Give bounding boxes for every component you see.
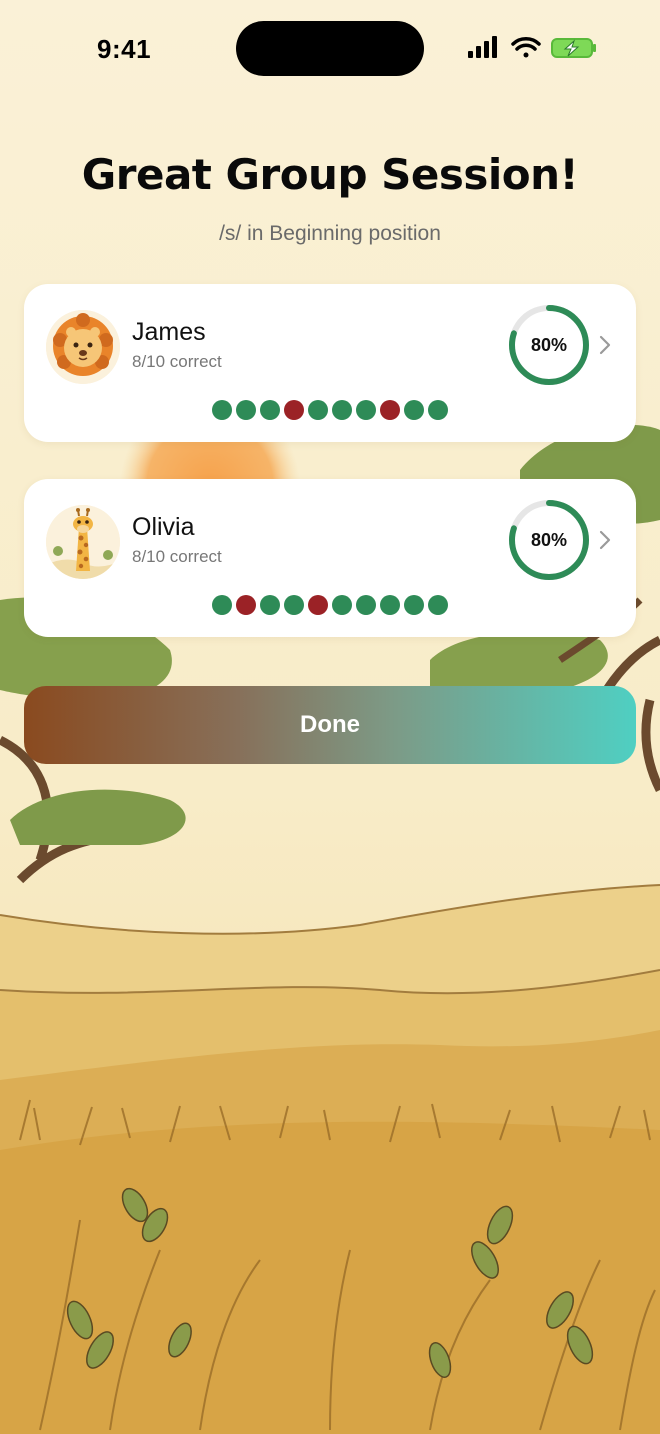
answer-dots (24, 595, 636, 615)
correct-answer-dot (260, 400, 280, 420)
giraffe-avatar-icon (46, 505, 120, 579)
progress-percent: 80% (530, 335, 568, 355)
correct-answer-dot (284, 595, 304, 615)
battery-charging-icon (551, 38, 596, 58)
correct-answer-dot (260, 595, 280, 615)
student-score: 8/10 correct (132, 352, 222, 371)
student-card-james[interactable]: James 8/10 correct 80% (24, 284, 636, 442)
status-bar: 9:41 (0, 0, 660, 100)
correct-answer-dot (236, 400, 256, 420)
correct-answer-dot (404, 595, 424, 615)
status-icons (466, 34, 601, 62)
correct-answer-dot (332, 400, 352, 420)
correct-answer-dot (404, 400, 424, 420)
status-time: 9:41 (97, 34, 152, 64)
cellular-signal-icon (468, 36, 497, 58)
correct-answer-dot (212, 400, 232, 420)
incorrect-answer-dot (284, 400, 304, 420)
student-name: Olivia (132, 513, 195, 541)
dynamic-island (236, 21, 424, 76)
answer-dots (24, 400, 636, 420)
incorrect-answer-dot (308, 595, 328, 615)
lion-avatar-icon (46, 310, 120, 384)
correct-answer-dot (332, 595, 352, 615)
correct-answer-dot (428, 595, 448, 615)
chevron-right-icon (599, 335, 611, 355)
correct-answer-dot (212, 595, 232, 615)
progress-percent: 80% (530, 530, 568, 550)
student-card-olivia[interactable]: Olivia 8/10 correct 80% (24, 479, 636, 637)
page-title: Great Group Session! (81, 150, 579, 199)
correct-answer-dot (428, 400, 448, 420)
done-button[interactable]: Done (24, 686, 636, 764)
student-name: James (132, 318, 206, 346)
wifi-icon (511, 37, 541, 58)
chevron-right-icon (599, 530, 611, 550)
correct-answer-dot (356, 400, 376, 420)
correct-answer-dot (356, 595, 376, 615)
correct-answer-dot (308, 400, 328, 420)
student-score: 8/10 correct (132, 547, 222, 566)
incorrect-answer-dot (236, 595, 256, 615)
correct-answer-dot (380, 595, 400, 615)
page-subtitle: /s/ in Beginning position (219, 222, 441, 245)
incorrect-answer-dot (380, 400, 400, 420)
